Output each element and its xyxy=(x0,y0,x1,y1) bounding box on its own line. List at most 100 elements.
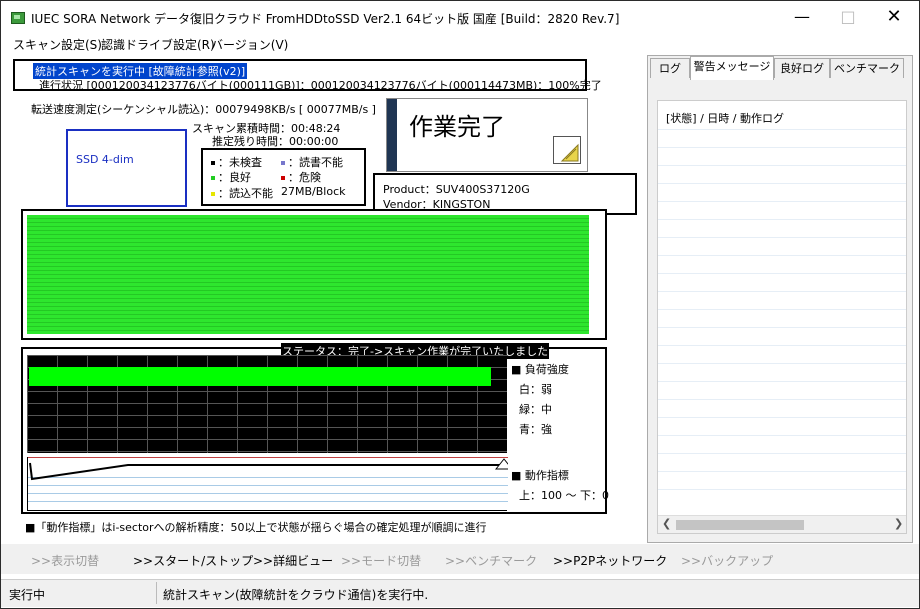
legend-swatch-unchecked xyxy=(211,161,215,165)
log-row xyxy=(658,201,906,202)
maximize-icon: □ xyxy=(840,7,856,26)
activity-graph xyxy=(27,457,508,511)
scrollbar-thumb[interactable] xyxy=(676,520,804,530)
log-row xyxy=(658,363,906,364)
app-window: IUEC SORA Network データ復旧クラウド FromHDDtoSSD… xyxy=(0,0,920,609)
log-row xyxy=(658,237,906,238)
tab-benchmark[interactable]: ベンチマーク xyxy=(830,58,904,78)
load-graph-title: ■ 負荷強度 xyxy=(511,361,569,377)
legend-danger: ：危険 xyxy=(281,169,321,185)
mode-switch-button[interactable]: >>モード切替 xyxy=(341,552,421,569)
load-title-marker: ■ xyxy=(511,363,525,376)
legend-swatch-write-fail xyxy=(281,161,285,165)
window-title: IUEC SORA Network データ復旧クラウド FromHDDtoSSD… xyxy=(31,12,620,26)
log-row xyxy=(658,219,906,220)
start-stop-button[interactable]: >>スタート/ストップ xyxy=(133,552,253,569)
completion-accent-bar xyxy=(387,99,397,171)
legend-swatch-danger xyxy=(281,176,285,180)
log-row xyxy=(658,309,906,310)
log-row xyxy=(658,399,906,400)
benchmark-button[interactable]: >>ベンチマーク xyxy=(445,552,537,569)
remaining-time: 推定残り時間：00:00:00 xyxy=(212,135,339,148)
legend-unchecked: ：未検査 xyxy=(211,154,262,170)
drive-product: Product：SUV400S37120G xyxy=(383,183,530,196)
load-legend-blue: 青：強 xyxy=(519,423,552,436)
load-level-bar xyxy=(29,367,491,386)
log-row xyxy=(658,381,906,382)
activity-title: ■ 動作指標 xyxy=(511,467,569,483)
legend-swatch-read-fail xyxy=(211,192,215,196)
p2p-network-button[interactable]: >>P2Pネットワーク xyxy=(553,552,667,569)
maximize-button[interactable]: □ xyxy=(825,1,871,32)
toggle-view-button[interactable]: >>表示切替 xyxy=(31,552,99,569)
drive-label-box: SSD 4-dim xyxy=(66,129,187,207)
scroll-right-icon[interactable]: ❯ xyxy=(894,517,903,530)
detail-view-button[interactable]: >>詳細ビュー xyxy=(253,552,333,569)
legend-block-size: 27MB/Block xyxy=(281,185,346,198)
log-row xyxy=(658,129,906,130)
scroll-left-icon[interactable]: ❮ xyxy=(662,517,671,530)
minimize-icon: — xyxy=(794,7,810,26)
status-bar-message: 統計スキャン(故障統計をクラウド通信)を実行中. xyxy=(163,588,429,602)
horizontal-scrollbar[interactable]: ❮ ❯ xyxy=(658,515,906,533)
scan-panel: 統計スキャンを実行中 [故障統計参照(v2)] 進行状況 [0001200341… xyxy=(7,55,643,541)
log-row xyxy=(658,327,906,328)
tab-good-log[interactable]: 良好ログ xyxy=(774,58,830,78)
load-legend-white: 白：弱 xyxy=(519,383,552,396)
minimize-button[interactable]: — xyxy=(779,1,825,32)
load-graph xyxy=(27,355,507,453)
log-row xyxy=(658,489,906,490)
log-row xyxy=(658,471,906,472)
transfer-speed: 転送速度測定(シーケンシャル読込)：00079498KB/s [ 00077MB… xyxy=(31,103,376,116)
close-button[interactable]: ✕ xyxy=(871,1,917,32)
completion-panel: 作業完了 xyxy=(386,98,588,172)
log-row xyxy=(658,435,906,436)
load-title-text: 負荷強度 xyxy=(524,363,569,376)
tab-warning-messages[interactable]: 警告メッセージ xyxy=(690,56,774,80)
legend-danger-label: ：危険 xyxy=(288,171,321,184)
activity-title-text: 動作指標 xyxy=(524,469,569,482)
log-header: [状態] / 日時 / 動作ログ xyxy=(666,112,784,125)
drive-label: SSD 4-dim xyxy=(76,153,134,166)
activity-title-marker: ■ xyxy=(511,469,525,482)
legend-good-label: ：良好 xyxy=(218,171,251,184)
activity-trace xyxy=(29,458,508,481)
log-row xyxy=(658,273,906,274)
title-bar: IUEC SORA Network データ復旧クラウド FromHDDtoSSD… xyxy=(1,1,919,32)
log-tabs: ログ 警告メッセージ 良好ログ ベンチマーク xyxy=(648,56,914,80)
tab-log[interactable]: ログ xyxy=(650,58,690,78)
log-panel: ログ 警告メッセージ 良好ログ ベンチマーク [状態] / 日時 / 動作ログ xyxy=(647,55,913,543)
log-row xyxy=(658,255,906,256)
note-edit-icon xyxy=(553,136,581,164)
log-list[interactable]: [状態] / 日時 / 動作ログ ❮ ❯ xyxy=(657,100,907,534)
action-toolbar: >>表示切替 >>スタート/ストップ >>詳細ビュー >>モード切替 >>ベンチ… xyxy=(1,544,919,574)
progress-status: 進行状況 [000120034123776バイト(000111GB)]：0001… xyxy=(39,79,602,92)
log-row xyxy=(658,345,906,346)
menu-version[interactable]: バージョン(V) xyxy=(211,36,288,53)
completion-text: 作業完了 xyxy=(409,113,505,141)
sector-map xyxy=(27,215,589,334)
sector-legend: ：未検査 ：読書不能 ：良好 ：危険 ：読込不能 27MB/Block xyxy=(201,148,366,206)
legend-read-fail: ：読込不能 xyxy=(211,185,273,201)
legend-write-fail: ：読書不能 xyxy=(281,154,343,170)
legend-write-fail-label: ：読書不能 xyxy=(288,156,343,169)
legend-good: ：良好 xyxy=(211,169,251,185)
hint-text: ■「動作指標」はi-sectorへの解析精度：50以上で状態が揺らぐ場合の確定処… xyxy=(25,521,487,534)
legend-swatch-good xyxy=(211,176,215,180)
status-bar-divider xyxy=(156,582,157,604)
menu-drive-settings[interactable]: 認識ドライブ設定(R) xyxy=(101,36,215,53)
app-icon xyxy=(11,12,25,24)
log-row xyxy=(658,183,906,184)
legend-unchecked-label: ：未検査 xyxy=(218,156,262,169)
activity-range: 上：100 〜 下：0 xyxy=(519,489,609,502)
status-bar: 実行中 統計スキャン(故障統計をクラウド通信)を実行中. xyxy=(1,579,919,607)
menu-scan-settings[interactable]: スキャン設定(S) xyxy=(13,36,102,53)
menu-bar: スキャン設定(S) 認識ドライブ設定(R) バージョン(V) xyxy=(1,32,919,54)
backup-button[interactable]: >>バックアップ xyxy=(681,552,773,569)
status-bar-state: 実行中 xyxy=(9,588,46,602)
log-row xyxy=(658,453,906,454)
load-legend-green: 緑：中 xyxy=(519,403,552,416)
sector-map-box xyxy=(21,209,607,340)
status-graph-box: ステータス：完了->スキャン作業が完了いたしました ■ 負荷強度 白：弱 緑：中… xyxy=(21,343,609,514)
log-row xyxy=(658,147,906,148)
